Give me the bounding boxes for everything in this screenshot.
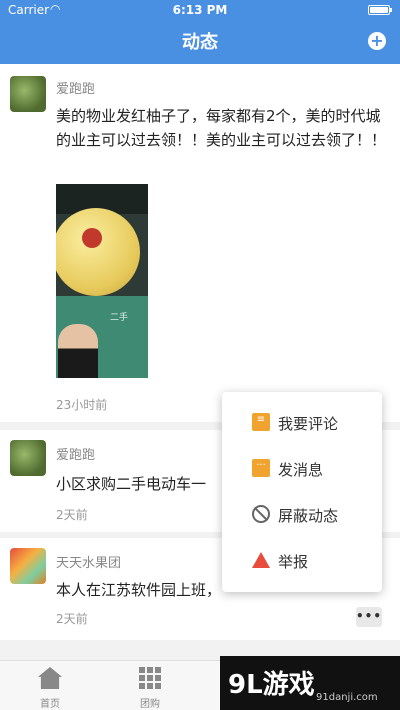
home-icon [38, 667, 62, 689]
menu-item-label: 发消息 [278, 461, 324, 479]
add-post-button[interactable]: + [368, 32, 386, 50]
feed-post: 爱跑跑 美的物业发红柚子了，每家都有2个，美的时代城的业主可以过去领！！美的业主… [0, 64, 400, 422]
post-username[interactable]: 天天水果团 [56, 552, 121, 571]
photo-board-text: 二手 [110, 313, 129, 323]
menu-item-comment[interactable]: ≡ 我要评论 [222, 400, 382, 446]
menu-item-report[interactable]: 举报 [222, 538, 382, 584]
tab-label: 团购 [140, 699, 160, 710]
avatar[interactable] [10, 548, 46, 584]
menu-item-label: 我要评论 [278, 415, 339, 433]
watermark-logo: 9L游戏 91danji.com [220, 656, 400, 710]
block-icon [252, 505, 270, 523]
post-content: 美的物业发红柚子了，每家都有2个，美的时代城的业主可以过去领！！美的业主可以过去… [56, 107, 387, 149]
post-time: 2天前 [56, 612, 88, 626]
avatar[interactable] [10, 76, 46, 112]
menu-item-message[interactable]: ··· 发消息 [222, 446, 382, 492]
comment-icon: ≡ [252, 413, 270, 431]
more-options-button[interactable]: ••• [356, 607, 382, 627]
post-action-menu: ≡ 我要评论 ··· 发消息 屏蔽动态 举报 [222, 392, 382, 592]
post-username[interactable]: 爱跑跑 [56, 78, 95, 97]
report-icon [252, 552, 270, 568]
post-time: 2天前 [56, 508, 88, 522]
status-bar: Carrier ◠ 6:13 PM [0, 0, 400, 20]
page-title: 动态 [182, 32, 218, 53]
watermark-site: 91danji.com [316, 692, 378, 703]
tab-group-buy[interactable]: 团购 [100, 661, 200, 710]
menu-item-block[interactable]: 屏蔽动态 [222, 492, 382, 538]
menu-item-label: 举报 [278, 553, 309, 571]
message-icon: ··· [252, 459, 270, 477]
grid-icon [139, 667, 161, 689]
header-bar: Carrier ◠ 6:13 PM 动态 + [0, 0, 400, 64]
avatar[interactable] [10, 440, 46, 476]
menu-item-label: 屏蔽动态 [278, 507, 339, 525]
tab-home[interactable]: 首页 [0, 661, 100, 710]
post-photo[interactable]: 二手 [56, 184, 148, 378]
post-time: 23小时前 [56, 398, 108, 412]
post-username[interactable]: 爱跑跑 [56, 444, 95, 463]
tab-label: 首页 [40, 699, 60, 710]
watermark-text: 9L游戏 [228, 670, 315, 700]
battery-icon [368, 5, 392, 15]
status-time: 6:13 PM [172, 3, 228, 17]
